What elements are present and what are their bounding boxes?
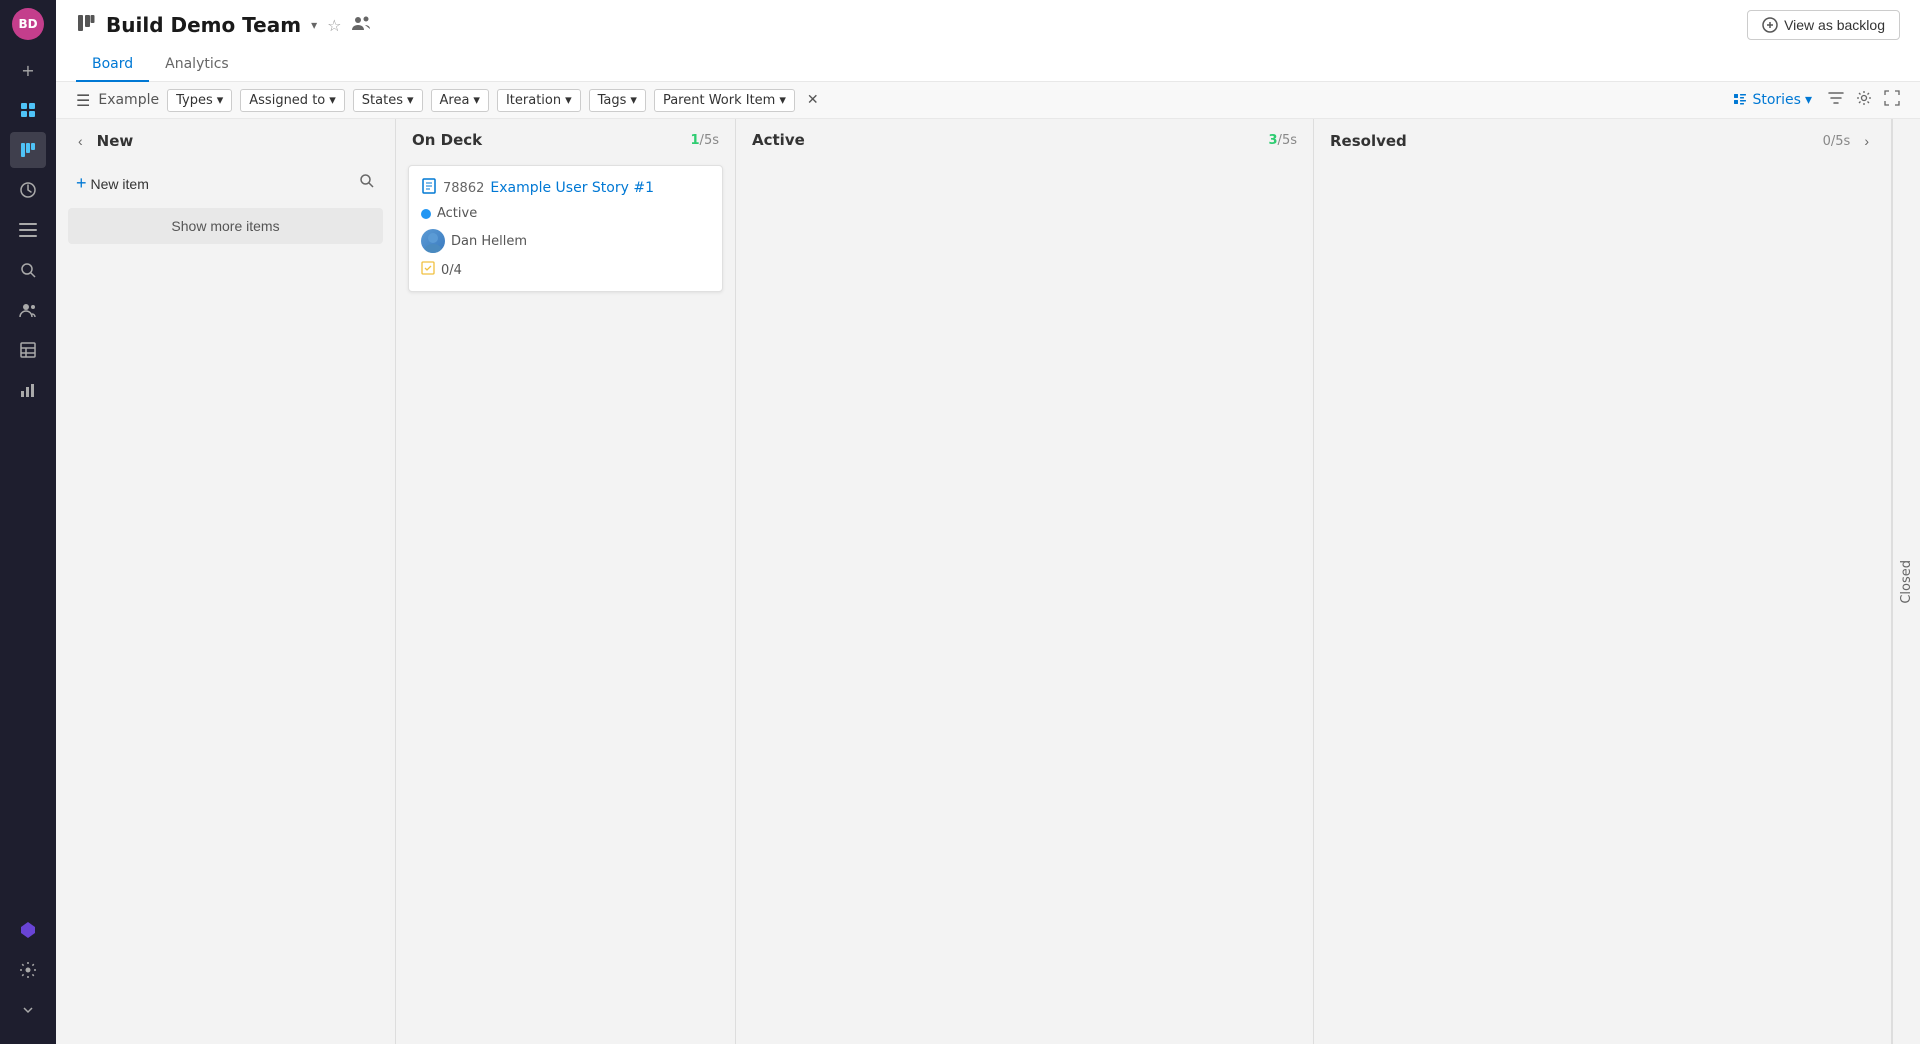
column-new: ‹ New + New item Show more items: [56, 119, 396, 1044]
tab-analytics[interactable]: Analytics: [149, 48, 245, 82]
column-on-deck-header: On Deck 1/5s: [396, 119, 735, 157]
chart-icon[interactable]: [10, 372, 46, 408]
filter-settings-icon[interactable]: [1828, 90, 1844, 110]
collapse-icon[interactable]: [10, 992, 46, 1028]
column-active-header: Active 3/5s: [736, 119, 1313, 157]
show-more-button[interactable]: Show more items: [68, 208, 383, 244]
column-active-body: [736, 157, 1313, 1044]
iteration-filter[interactable]: Iteration ▾: [497, 89, 581, 112]
column-nav-right[interactable]: ›: [1858, 131, 1875, 151]
card-title[interactable]: Example User Story #1: [490, 180, 654, 196]
column-new-title: New: [97, 132, 134, 150]
column-active: Active 3/5s: [736, 119, 1314, 1044]
gear-settings-icon[interactable]: [1856, 90, 1872, 110]
column-new-header: ‹ New: [56, 119, 395, 159]
board-title: Build Demo Team: [106, 13, 301, 37]
assignee-avatar: [421, 229, 445, 253]
home-icon[interactable]: [10, 92, 46, 128]
closed-column[interactable]: Closed: [1892, 119, 1920, 1044]
assignee-name: Dan Hellem: [451, 234, 527, 249]
fullscreen-icon[interactable]: [1884, 90, 1900, 110]
assigned-to-filter[interactable]: Assigned to ▾: [240, 89, 345, 112]
members-icon[interactable]: [10, 292, 46, 328]
board-icon[interactable]: [10, 132, 46, 168]
card-status: Active: [421, 206, 710, 221]
filter-toggle-icon[interactable]: ☰: [76, 91, 90, 110]
card-tasks: 0/4: [421, 261, 710, 279]
column-resolved-title: Resolved: [1330, 132, 1407, 150]
tasks-icon: [421, 261, 435, 279]
column-on-deck-body: 78862 Example User Story #1 Active Dan H…: [396, 157, 735, 1044]
area-filter[interactable]: Area ▾: [431, 89, 489, 112]
card-id: 78862: [443, 181, 484, 196]
new-item-row: + New item: [68, 167, 383, 200]
column-resolved-body: [1314, 159, 1891, 1044]
board-title-icon: [76, 13, 96, 38]
new-item-button[interactable]: + New item: [76, 173, 149, 194]
query-icon[interactable]: [10, 252, 46, 288]
team-members-icon[interactable]: [351, 15, 371, 36]
favorite-icon[interactable]: ☆: [327, 16, 341, 35]
column-new-body: + New item Show more items: [56, 159, 395, 1044]
search-column-button[interactable]: [359, 173, 375, 194]
states-filter[interactable]: States ▾: [353, 89, 423, 112]
column-resolved-count: 0/5s: [1823, 134, 1851, 149]
tags-filter[interactable]: Tags ▾: [589, 89, 646, 112]
filter-name: Example: [98, 92, 159, 108]
plugin-icon[interactable]: [10, 912, 46, 948]
filter-toolbar: ☰ Example Types ▾ Assigned to ▾ States ▾…: [56, 82, 1920, 119]
card-status-text: Active: [437, 206, 477, 221]
sprint-icon[interactable]: [10, 172, 46, 208]
types-filter[interactable]: Types ▾: [167, 89, 232, 112]
parent-work-item-filter[interactable]: Parent Work Item ▾: [654, 89, 795, 112]
column-active-title: Active: [752, 131, 805, 149]
column-on-deck-count: 1/5s: [691, 133, 720, 148]
close-filter-button[interactable]: ✕: [803, 88, 823, 112]
column-active-count: 3/5s: [1269, 133, 1298, 148]
column-on-deck-title: On Deck: [412, 131, 482, 149]
main-content: Build Demo Team ▾ ☆ View as backlog Boar…: [56, 0, 1920, 1044]
plus-icon[interactable]: +: [10, 52, 46, 88]
work-item-card[interactable]: 78862 Example User Story #1 Active Dan H…: [408, 165, 723, 292]
settings-icon[interactable]: [10, 952, 46, 988]
table-icon[interactable]: [10, 332, 46, 368]
card-assignee: Dan Hellem: [421, 229, 710, 253]
tab-board[interactable]: Board: [76, 48, 149, 82]
left-sidebar: BD +: [0, 0, 56, 1044]
card-type-icon: [421, 178, 437, 198]
user-avatar[interactable]: BD: [12, 8, 44, 40]
column-on-deck: On Deck 1/5s 78862 Example User Story #1: [396, 119, 736, 1044]
column-resolved-header: Resolved 0/5s ›: [1314, 119, 1891, 159]
menu-icon[interactable]: [10, 212, 46, 248]
card-header: 78862 Example User Story #1: [421, 178, 710, 198]
view-backlog-button[interactable]: View as backlog: [1747, 10, 1900, 40]
status-indicator: [421, 209, 431, 219]
title-dropdown[interactable]: ▾: [311, 18, 317, 32]
plus-new-icon: +: [76, 173, 87, 194]
column-nav-left[interactable]: ‹: [72, 131, 89, 151]
page-header: Build Demo Team ▾ ☆ View as backlog Boar…: [56, 0, 1920, 82]
board-area: ‹ New + New item Show more items: [56, 119, 1920, 1044]
stories-selector[interactable]: Stories ▾: [1732, 92, 1812, 108]
tasks-count: 0/4: [441, 263, 462, 278]
column-resolved: Resolved 0/5s ›: [1314, 119, 1892, 1044]
closed-label: Closed: [1899, 560, 1914, 604]
page-tabs: Board Analytics: [76, 48, 1900, 81]
